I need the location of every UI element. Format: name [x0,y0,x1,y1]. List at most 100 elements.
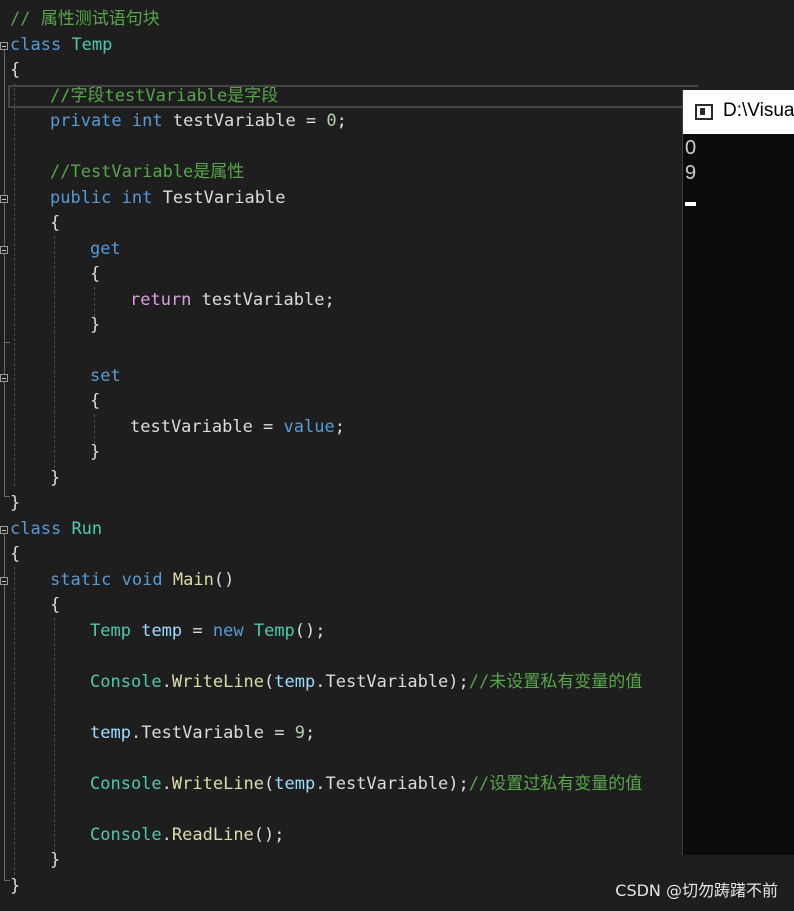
number-literal: 0 [326,111,337,131]
console-window[interactable]: D:\Visua 0 9 [682,90,794,855]
outline-end [4,342,10,343]
keyword: new [212,621,244,641]
code-line-3: { [10,58,20,83]
collapse-toggle-icon[interactable] [0,195,8,203]
code-line-8: public int TestVariable [50,186,285,211]
indent-guide [54,618,55,852]
code-line-31: Console.WriteLine(temp.TestVariable);//设… [90,772,642,797]
punctuation: . [161,774,172,794]
collapse-toggle-icon[interactable] [0,246,8,254]
comment-text: //字段testVariable是字段 [50,86,279,106]
keyword: class [10,519,62,539]
punctuation: ( [264,672,275,692]
code-line-34: } [50,848,60,873]
indent-guide [14,567,15,875]
number-literal: 9 [294,723,305,743]
brace: { [10,544,21,564]
code-line-1: // 属性测试语句块 [10,7,160,32]
code-line-12: return testVariable; [130,288,335,313]
console-output-line: 9 [685,162,697,184]
code-line-13: } [90,313,100,338]
property-name: TestVariable [162,188,286,208]
brace: } [50,468,61,488]
keyword: return [130,290,192,310]
code-line-2: class Temp [10,33,112,58]
operator: = [182,621,213,641]
console-title: D:\Visua [723,100,794,121]
code-line-10: get [90,237,121,262]
keyword: set [90,366,121,386]
comment-text: //TestVariable是属性 [50,162,245,182]
console-output-line: 0 [685,137,697,159]
code-line-21: class Run [10,517,102,542]
keyword: int [121,188,153,208]
punctuation: () [213,570,235,590]
code-line-9: { [50,211,60,236]
code-line-19: } [50,466,60,491]
brace: { [10,60,21,80]
code-line-18: } [90,440,100,465]
collapse-toggle-icon[interactable] [0,42,8,50]
code-editor[interactable]: // 属性测试语句块 class Temp { //字段testVariable… [0,0,794,911]
brace: { [50,595,61,615]
indent-guide [54,236,55,468]
code-line-20: } [10,491,20,516]
punctuation: ; [304,723,316,743]
type-name: Console [90,672,162,692]
console-app-icon [695,104,713,120]
variable: temp [90,723,131,743]
code-line-7: //TestVariable是属性 [50,160,244,185]
class-name: Temp [71,35,113,55]
keyword: int [131,111,163,131]
code-line-11: { [90,262,100,287]
code-line-35: } [10,874,20,899]
punctuation: ( [264,774,275,794]
brace: } [90,442,101,462]
method-name: WriteLine [171,672,265,692]
variable: temp [274,774,316,794]
keyword: value [283,417,335,437]
punctuation: (); [294,621,326,641]
code-line-4: //字段testVariable是字段 [50,84,278,109]
brace: { [90,264,101,284]
keyword: public [50,188,112,208]
method-name: WriteLine [171,774,265,794]
brace: } [90,315,101,335]
code-text: .TestVariable); [315,672,469,692]
punctuation: . [161,825,172,845]
code-line-33: Console.ReadLine(); [90,823,285,848]
punctuation: ; [336,111,347,131]
collapse-toggle-icon[interactable] [0,577,8,585]
collapse-toggle-icon[interactable] [0,374,8,382]
code-line-24: { [50,593,60,618]
punctuation: (); [253,825,285,845]
code-text: testVariable = [162,111,327,131]
console-titlebar[interactable]: D:\Visua [683,90,794,134]
code-line-16: { [90,389,100,414]
code-line-27: Console.WriteLine(temp.TestVariable);//未… [90,670,642,695]
brace: { [50,213,61,233]
code-line-15: set [90,364,121,389]
console-cursor [685,202,696,206]
keyword: private [50,111,122,131]
class-name: Run [71,519,103,539]
type-name: Temp [90,621,131,641]
code-line-29: temp.TestVariable = 9; [90,721,315,746]
method-name: ReadLine [171,825,254,845]
code-line-23: static void Main() [50,568,234,593]
code-text: .TestVariable); [315,774,469,794]
comment-text: //未设置私有变量的值 [468,672,643,692]
outline-line [4,268,5,342]
punctuation: . [161,672,172,692]
comment-text: //设置过私有变量的值 [468,774,643,794]
type-name: Console [90,825,162,845]
brace: } [10,493,21,513]
collapse-toggle-icon[interactable] [0,526,8,534]
keyword: class [10,35,62,55]
code-line-22: { [10,542,20,567]
type-name: Temp [253,621,295,641]
punctuation: ; [334,417,345,437]
indent-guide [14,83,15,486]
variable: temp [141,621,183,641]
keyword: get [90,239,121,259]
